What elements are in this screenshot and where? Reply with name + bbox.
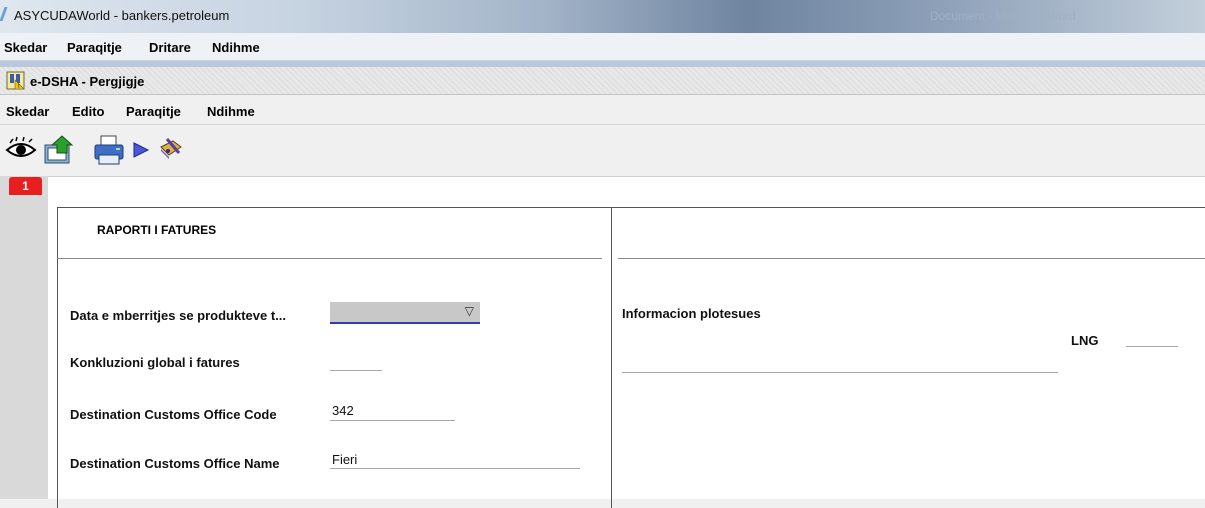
arrival-date-label: Data e mberritjes se produkteve t... (70, 308, 287, 323)
app-menu-dritare[interactable]: Dritare (149, 40, 191, 55)
section-divider-right (618, 258, 1205, 259)
app-menu-skedar[interactable]: Skedar (4, 40, 47, 55)
background-window-title: Document - Microsoft Word (930, 9, 1076, 23)
section-title: RAPORTI I FATURES (97, 223, 217, 237)
global-conclusion-input[interactable] (330, 370, 382, 371)
additional-info-label: Informacion plotesues (622, 306, 761, 321)
additional-info-input[interactable] (622, 372, 1058, 373)
app-menubar: Skedar Paraqitje Dritare Ndihme (0, 33, 1205, 61)
global-conclusion-label: Konkluzioni global i fatures (70, 355, 240, 370)
menu-paraqitje[interactable]: Paraqitje (126, 104, 181, 119)
section-divider-left (57, 258, 602, 259)
toolbar (0, 125, 1205, 175)
dropdown-chevron-icon[interactable]: ▽ (465, 304, 474, 318)
customs-office-code-label: Destination Customs Office Code (70, 407, 277, 422)
customs-office-code-input[interactable] (330, 420, 455, 421)
play-icon[interactable] (130, 133, 152, 167)
page-tab-1[interactable]: 1 (9, 177, 42, 195)
book-pencil-icon[interactable] (157, 133, 185, 167)
window-accent-icon (0, 7, 8, 21)
customs-office-code-value: 342 (332, 403, 354, 418)
inner-window-title: e-DSHA - Pergjigje (30, 74, 145, 89)
customs-office-name-value: Fieri (332, 452, 358, 467)
customs-office-name-input[interactable] (330, 468, 580, 469)
eye-icon[interactable] (4, 133, 38, 167)
print-icon[interactable] (92, 133, 126, 167)
app-menu-ndihme[interactable]: Ndihme (212, 40, 260, 55)
inner-window-titlebar: ! e-DSHA - Pergjigje (0, 67, 1205, 95)
app-titlebar: ASYCUDAWorld - bankers.petroleum Documen… (0, 0, 1205, 33)
menu-ndihme[interactable]: Ndihme (207, 104, 255, 119)
page-tab-strip (0, 176, 48, 499)
panel-divider (611, 207, 612, 499)
form-content: RAPORTI I FATURES Data e mberritjes se p… (48, 176, 1205, 508)
app-menu-paraqitje[interactable]: Paraqitje (67, 40, 122, 55)
right-panel-top-border (612, 207, 1205, 208)
document-menubar: Skedar Edito Paraqitje Ndihme (0, 95, 1205, 125)
lng-label: LNG (1071, 333, 1099, 348)
menu-edito[interactable]: Edito (72, 104, 105, 119)
lng-input[interactable] (1126, 346, 1178, 347)
app-title: ASYCUDAWorld - bankers.petroleum (14, 8, 230, 23)
arrival-date-select[interactable]: ▽ (330, 302, 480, 324)
edsha-app-icon: ! (6, 71, 25, 90)
menu-skedar[interactable]: Skedar (6, 104, 49, 119)
customs-office-name-label: Destination Customs Office Name (70, 456, 280, 471)
export-icon[interactable] (42, 133, 76, 167)
content-top-divider (48, 176, 1205, 177)
